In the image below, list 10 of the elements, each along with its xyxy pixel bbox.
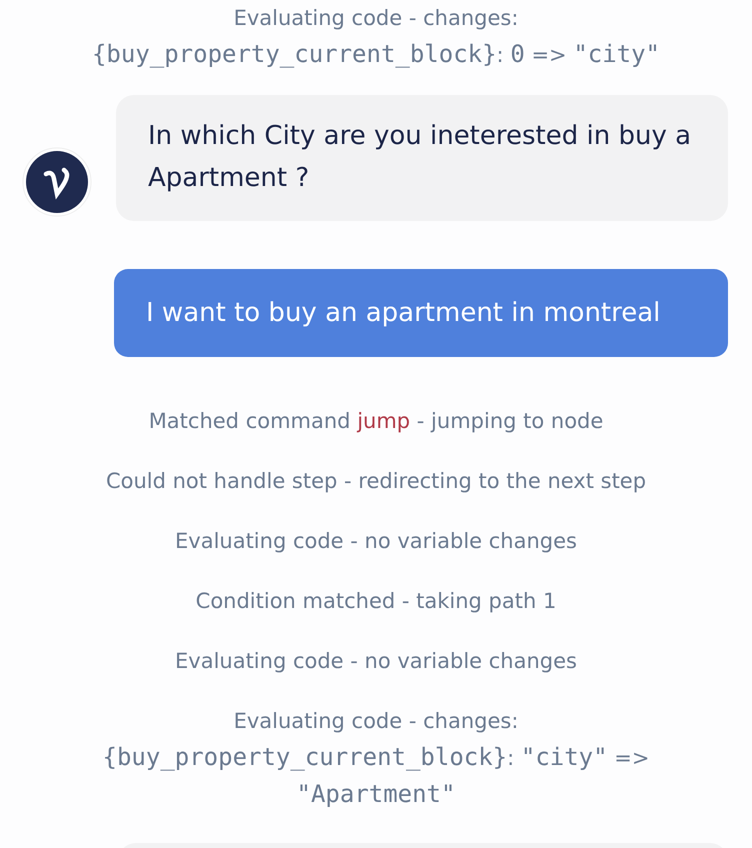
bot-message: In which City are you ineterested in buy a Apartment ? bbox=[116, 95, 728, 221]
bot-avatar-icon bbox=[22, 147, 92, 217]
log-message: Evaluating code - changes: {buy_property_current_block}: "city" => "Apartment" bbox=[102, 708, 650, 810]
log-message: Evaluating code - no variable changes bbox=[175, 648, 577, 675]
user-message: I want to buy an apartment in montreal bbox=[114, 269, 728, 357]
log-message: Condition matched - taking path 1 bbox=[196, 588, 556, 615]
log-message: Evaluating code - no variable changes bbox=[175, 528, 577, 555]
log-message: Evaluating code - changes: {buy_property_current_block}: 0 => "city" bbox=[92, 5, 660, 70]
log-message: Matched command jump - jumping to node bbox=[148, 408, 604, 435]
log-message: Could not handle step - redirecting to the next step bbox=[106, 468, 646, 495]
